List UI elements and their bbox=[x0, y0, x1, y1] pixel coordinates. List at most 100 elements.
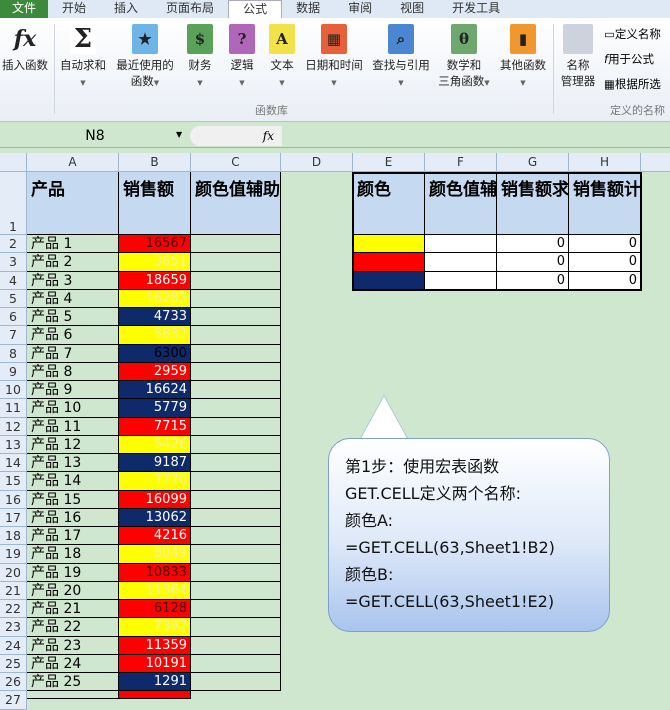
color-helper-cell[interactable] bbox=[191, 600, 281, 619]
color-helper-cell[interactable] bbox=[191, 326, 281, 345]
sales-amount-cell[interactable]: 2959 bbox=[119, 362, 191, 381]
function-category-button-8[interactable]: ▮ 其他函数 ▼ bbox=[494, 24, 552, 91]
color-helper-cell[interactable] bbox=[191, 581, 281, 600]
column-header-B[interactable]: B bbox=[119, 153, 191, 172]
sales-count-cell[interactable]: 0 bbox=[569, 271, 641, 290]
color-helper-cell[interactable] bbox=[191, 527, 281, 546]
color-helper-cell[interactable] bbox=[191, 271, 281, 290]
row-header-5[interactable]: 5 bbox=[0, 289, 27, 308]
color-helper-cell[interactable] bbox=[191, 563, 281, 582]
sales-amount-cell[interactable]: 16624 bbox=[119, 381, 191, 400]
create-from-selection-button[interactable]: ▦根据所选 bbox=[604, 76, 661, 92]
row-header-10[interactable]: 10 bbox=[0, 381, 27, 400]
row-header-12[interactable]: 12 bbox=[0, 417, 27, 436]
row-header-26[interactable]: 26 bbox=[0, 673, 27, 692]
color-helper-cell[interactable] bbox=[191, 636, 281, 655]
color-helper-cell[interactable] bbox=[191, 289, 281, 308]
row-header-4[interactable]: 4 bbox=[0, 271, 27, 290]
sales-sum-cell[interactable]: 0 bbox=[497, 271, 569, 290]
color-helper-cell[interactable] bbox=[191, 454, 281, 473]
tab-2[interactable]: 插入 bbox=[100, 0, 152, 19]
sales-amount-cell[interactable]: 10191 bbox=[119, 654, 191, 673]
row-header-3[interactable]: 3 bbox=[0, 253, 27, 272]
row-header-8[interactable]: 8 bbox=[0, 344, 27, 363]
column-header-C[interactable]: C bbox=[191, 153, 281, 172]
tab-7[interactable]: 视图 bbox=[386, 0, 438, 19]
sales-amount-cell[interactable]: 5837 bbox=[119, 326, 191, 345]
color-helper-cell[interactable] bbox=[191, 545, 281, 564]
sales-amount-cell[interactable]: 1291 bbox=[119, 673, 191, 692]
sales-amount-cell[interactable]: 5426 bbox=[119, 435, 191, 454]
color-helper-cell[interactable] bbox=[425, 235, 497, 254]
function-category-button-1[interactable]: ★ 最近使用的 函数▼ bbox=[110, 24, 180, 91]
color-helper-cell[interactable] bbox=[191, 235, 281, 254]
row-header-24[interactable]: 24 bbox=[0, 636, 27, 655]
sales-amount-cell[interactable]: 11364 bbox=[119, 581, 191, 600]
sales-count-cell[interactable]: 0 bbox=[569, 253, 641, 272]
tab-5[interactable]: 数据 bbox=[282, 0, 334, 19]
sales-amount-cell[interactable]: 8049 bbox=[119, 545, 191, 564]
color-helper-cell[interactable] bbox=[425, 271, 497, 290]
tab-1[interactable]: 开始 bbox=[48, 0, 100, 19]
sales-amount-cell[interactable]: 5779 bbox=[119, 399, 191, 418]
use-in-formula-button[interactable]: f用于公式 bbox=[604, 51, 654, 67]
sales-count-cell[interactable]: 0 bbox=[569, 235, 641, 254]
color-helper-cell[interactable] bbox=[191, 618, 281, 637]
sales-amount-cell[interactable]: 7397 bbox=[119, 618, 191, 637]
name-box-dropdown-icon[interactable]: ▼ bbox=[176, 130, 182, 139]
row-header-23[interactable]: 23 bbox=[0, 618, 27, 637]
row-header-17[interactable]: 17 bbox=[0, 508, 27, 527]
name-manager-button[interactable]: 名称 管理器 bbox=[556, 24, 600, 89]
function-category-button-3[interactable]: ? 逻辑 ▼ bbox=[222, 24, 262, 91]
column-header-I[interactable] bbox=[641, 153, 670, 172]
function-category-button-5[interactable]: ▦ 日期和时间 ▼ bbox=[302, 24, 366, 91]
tab-6[interactable]: 审阅 bbox=[334, 0, 386, 19]
sales-amount-cell[interactable] bbox=[119, 691, 191, 700]
sales-amount-cell[interactable]: 7715 bbox=[119, 417, 191, 436]
row-header-25[interactable]: 25 bbox=[0, 654, 27, 673]
row-header-18[interactable]: 18 bbox=[0, 527, 27, 546]
color-helper-cell[interactable] bbox=[425, 253, 497, 272]
formula-input[interactable] bbox=[284, 126, 670, 146]
tab-4[interactable]: 公式 bbox=[228, 0, 283, 19]
row-header-2[interactable]: 2 bbox=[0, 235, 27, 254]
row-header-22[interactable]: 22 bbox=[0, 600, 27, 619]
row-header-7[interactable]: 7 bbox=[0, 326, 27, 345]
row-header-9[interactable]: 9 bbox=[0, 362, 27, 381]
row-header-16[interactable]: 16 bbox=[0, 490, 27, 509]
color-sample-cell[interactable] bbox=[353, 235, 425, 254]
sales-amount-cell[interactable]: 16282 bbox=[119, 289, 191, 308]
color-helper-cell[interactable] bbox=[191, 399, 281, 418]
color-sample-cell[interactable] bbox=[353, 271, 425, 290]
column-header-G[interactable]: G bbox=[497, 153, 569, 172]
function-category-button-0[interactable]: Σ 自动求和 ▼ bbox=[58, 24, 108, 91]
name-box[interactable]: N8 bbox=[0, 126, 190, 146]
sales-amount-cell[interactable]: 6300 bbox=[119, 344, 191, 363]
color-helper-cell[interactable] bbox=[191, 508, 281, 527]
column-header-E[interactable]: E bbox=[353, 153, 425, 172]
color-helper-cell[interactable] bbox=[191, 308, 281, 327]
sales-amount-cell[interactable]: 16567 bbox=[119, 235, 191, 254]
sales-amount-cell[interactable]: 6128 bbox=[119, 600, 191, 619]
row-header-6[interactable]: 6 bbox=[0, 308, 27, 327]
sales-amount-cell[interactable]: 4216 bbox=[119, 527, 191, 546]
tab-3[interactable]: 页面布局 bbox=[152, 0, 228, 19]
column-header-A[interactable]: A bbox=[27, 153, 119, 172]
insert-function-fx-button[interactable]: fx bbox=[190, 126, 282, 146]
function-category-button-6[interactable]: ⌕ 查找与引用 ▼ bbox=[368, 24, 434, 91]
define-name-button[interactable]: ▭定义名称 bbox=[604, 26, 661, 42]
color-helper-cell[interactable] bbox=[191, 673, 281, 692]
color-helper-cell[interactable] bbox=[191, 253, 281, 272]
color-helper-cell[interactable] bbox=[191, 472, 281, 491]
sales-amount-cell[interactable]: 9187 bbox=[119, 454, 191, 473]
color-sample-cell[interactable] bbox=[353, 253, 425, 272]
sales-sum-cell[interactable]: 0 bbox=[497, 235, 569, 254]
row-header-13[interactable]: 13 bbox=[0, 435, 27, 454]
row-header-15[interactable]: 15 bbox=[0, 472, 27, 491]
sales-sum-cell[interactable]: 0 bbox=[497, 253, 569, 272]
tab-0[interactable]: 文件 bbox=[0, 0, 49, 19]
color-helper-cell[interactable] bbox=[191, 490, 281, 509]
function-category-button-7[interactable]: θ 数学和 三角函数▼ bbox=[436, 24, 492, 91]
sales-amount-cell[interactable]: 13062 bbox=[119, 508, 191, 527]
color-helper-cell[interactable] bbox=[191, 344, 281, 363]
